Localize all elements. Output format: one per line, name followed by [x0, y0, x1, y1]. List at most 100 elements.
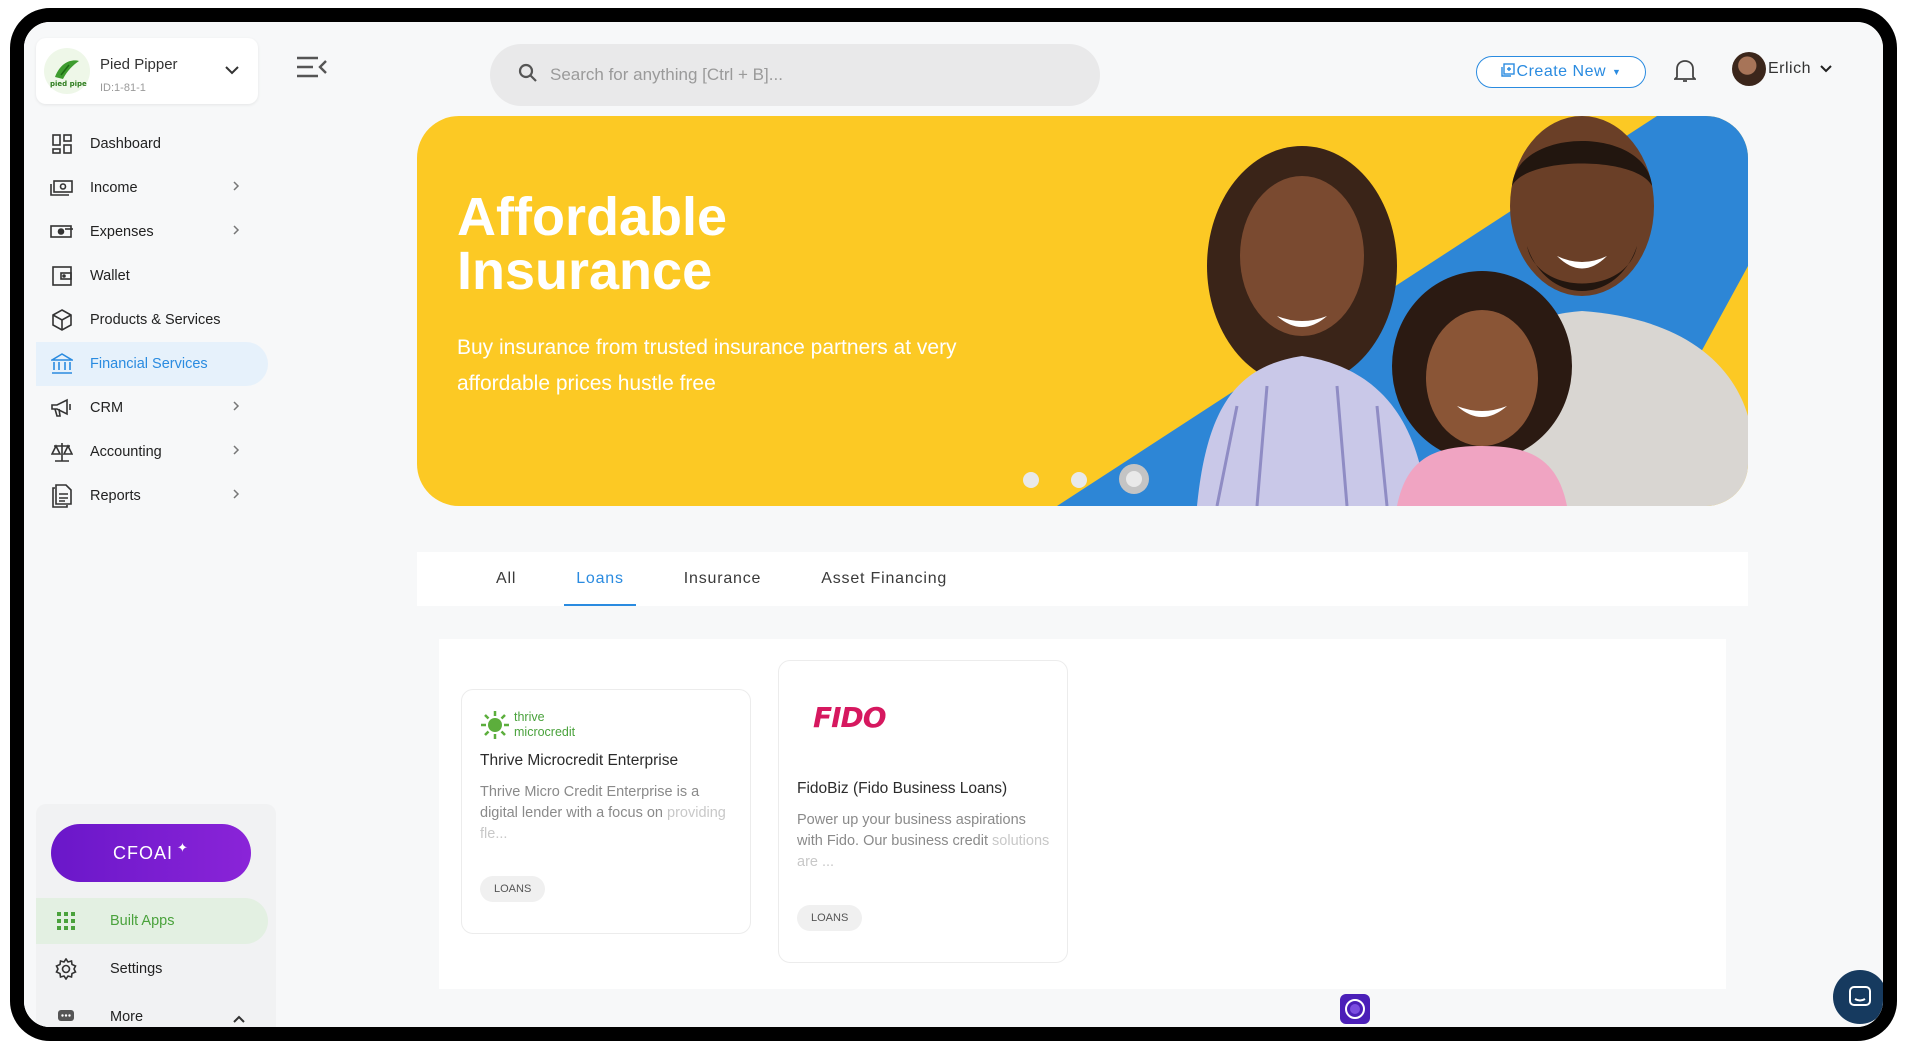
promo-banner[interactable]: Affordable Insurance Buy insurance from …: [417, 116, 1748, 506]
caret-down-icon: ▼: [1612, 67, 1622, 77]
expenses-icon: [50, 220, 74, 244]
tab-loans[interactable]: Loans: [564, 552, 636, 606]
sidebar-item-label: Financial Services: [90, 356, 208, 372]
chevron-right-icon: [232, 444, 240, 460]
sparkle-icon: ✦: [177, 840, 189, 855]
fido-logo: FIDO: [813, 701, 887, 734]
grid-icon: [54, 912, 78, 930]
wallet-icon: [50, 264, 74, 288]
loans-tag: LOANS: [797, 905, 863, 931]
card-description: Power up your business aspirations with …: [797, 810, 1052, 873]
cfoai-label: CFOAI: [113, 842, 174, 863]
assistant-app-icon[interactable]: [1340, 994, 1370, 1024]
more-label: More: [110, 1009, 144, 1025]
sidebar-item-reports[interactable]: Reports: [36, 474, 268, 518]
thrive-logo: thrive microcredit: [480, 710, 575, 740]
chevron-right-icon: [232, 400, 240, 416]
sidebar-item-label: Income: [90, 180, 138, 196]
bank-icon: [50, 352, 74, 376]
search-input[interactable]: [550, 65, 1050, 85]
bell-icon[interactable]: [1672, 58, 1698, 89]
menu-collapse-icon[interactable]: [296, 56, 328, 83]
tab-insurance[interactable]: Insurance: [672, 552, 773, 606]
dashboard-icon: [50, 132, 74, 156]
service-card-fido[interactable]: FIDO FidoBiz (Fido Business Loans) Power…: [778, 660, 1068, 963]
chevron-down-icon[interactable]: [224, 62, 240, 80]
carousel-dot-active[interactable]: [1119, 464, 1149, 494]
app-window: pied piper Pied Pipper ID:1-81-1 Dashboa…: [10, 8, 1897, 1041]
sidebar: pied piper Pied Pipper ID:1-81-1 Dashboa…: [24, 22, 276, 1027]
chat-icon[interactable]: [1833, 970, 1883, 1024]
sidebar-item-label: Reports: [90, 488, 141, 504]
income-icon: [50, 176, 74, 200]
sidebar-item-financial-services[interactable]: Financial Services: [36, 342, 268, 386]
chevron-right-icon: [232, 488, 240, 504]
create-new-label: Create New: [1516, 63, 1607, 80]
sidebar-item-label: Dashboard: [90, 136, 161, 152]
thrive-logo-line1: thrive: [514, 710, 545, 724]
thrive-logo-text: thrive microcredit: [514, 710, 575, 740]
box-icon: [50, 308, 74, 332]
sidebar-item-crm[interactable]: CRM: [36, 386, 268, 430]
banner-subtitle: Buy insurance from trusted insurance par…: [457, 336, 957, 395]
sidebar-item-label: Accounting: [90, 444, 162, 460]
scale-icon: [50, 440, 74, 464]
search-icon: [518, 63, 538, 88]
category-tabs: All Loans Insurance Asset Financing: [417, 552, 1748, 606]
sidebar-item-accounting[interactable]: Accounting: [36, 430, 268, 474]
sidebar-item-products-services[interactable]: Products & Services: [36, 298, 268, 342]
built-apps-button[interactable]: Built Apps: [36, 898, 268, 944]
banner-title-line1: Affordable: [457, 187, 727, 247]
sidebar-bottom: CFOAI ✦ Built Apps Settings More: [36, 804, 276, 1027]
loans-tag: LOANS: [480, 876, 546, 902]
org-id: ID:1-81-1: [100, 82, 146, 94]
card-title: FidoBiz (Fido Business Loans): [797, 780, 1008, 797]
carousel-dot[interactable]: [1071, 472, 1087, 488]
services-list: thrive microcredit Thrive Microcredit En…: [439, 639, 1726, 989]
chevron-down-icon: [1819, 60, 1833, 78]
sidebar-item-dashboard[interactable]: Dashboard: [36, 122, 268, 166]
user-menu[interactable]: Erlich: [1732, 52, 1833, 86]
org-logo: pied piper: [44, 48, 90, 94]
settings-label: Settings: [110, 961, 163, 977]
banner-title: Affordable Insurance: [457, 190, 727, 298]
card-title: Thrive Microcredit Enterprise: [480, 752, 679, 769]
card-description: Thrive Micro Credit Enterprise is a digi…: [480, 782, 735, 845]
sun-icon: [481, 711, 509, 739]
sidebar-nav: Dashboard Income Expenses Wallet Product…: [36, 122, 268, 518]
svg-text:pied piper: pied piper: [50, 80, 87, 88]
sidebar-item-label: Expenses: [90, 224, 154, 240]
add-document-icon: [1500, 62, 1515, 82]
sidebar-item-label: Wallet: [90, 268, 130, 284]
built-apps-label: Built Apps: [110, 913, 175, 929]
sidebar-item-wallet[interactable]: Wallet: [36, 254, 268, 298]
megaphone-icon: [50, 396, 74, 420]
carousel-dots: [1023, 464, 1181, 494]
search-bar[interactable]: [490, 44, 1100, 106]
org-name: Pied Pipper: [100, 56, 178, 73]
chat-bubble-icon: [54, 1009, 78, 1025]
org-switcher[interactable]: pied piper Pied Pipper ID:1-81-1: [36, 38, 258, 104]
cfoai-button[interactable]: CFOAI ✦: [51, 824, 251, 882]
banner-illustration: [1057, 116, 1748, 506]
settings-button[interactable]: Settings: [36, 946, 268, 992]
report-icon: [50, 484, 74, 508]
chevron-right-icon: [232, 180, 240, 196]
gear-icon: [54, 958, 78, 980]
banner-title-line2: Insurance: [457, 241, 713, 301]
carousel-dot[interactable]: [1023, 472, 1039, 488]
chevron-right-icon: [232, 224, 240, 240]
more-button[interactable]: More: [36, 994, 268, 1027]
sidebar-item-income[interactable]: Income: [36, 166, 268, 210]
create-new-button[interactable]: Create New ▼: [1476, 56, 1646, 88]
tab-all[interactable]: All: [484, 552, 528, 606]
sidebar-item-expenses[interactable]: Expenses: [36, 210, 268, 254]
service-card-thrive[interactable]: thrive microcredit Thrive Microcredit En…: [461, 689, 751, 934]
chevron-up-icon: [232, 1012, 246, 1027]
user-name: Erlich: [1768, 60, 1812, 77]
sidebar-item-label: CRM: [90, 400, 124, 416]
thrive-logo-line2: microcredit: [514, 725, 576, 739]
avatar: [1732, 52, 1766, 86]
sidebar-item-label: Products & Services: [90, 312, 221, 328]
tab-asset-financing[interactable]: Asset Financing: [809, 552, 959, 606]
